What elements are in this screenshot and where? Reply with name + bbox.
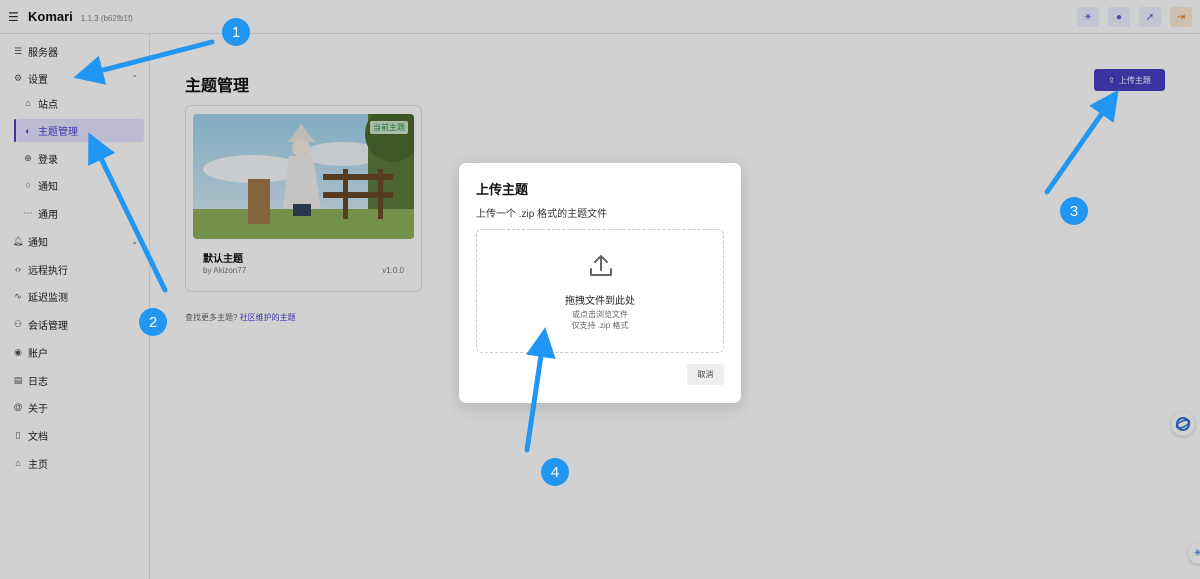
upload-theme-dialog: 上传主题 上传一个 .zip 格式的主题文件 拖拽文件到此处 或点击浏览文件 仅… (459, 163, 741, 403)
annotation-number-3: 3 (1060, 197, 1088, 225)
dialog-description: 上传一个 .zip 格式的主题文件 (476, 209, 608, 220)
dropzone-main-text: 拖拽文件到此处 (565, 296, 635, 307)
file-dropzone[interactable]: 拖拽文件到此处 或点击浏览文件 仅支持 .zip 格式 (476, 229, 724, 353)
dropzone-browse-text: 或点击浏览文件 (572, 310, 628, 319)
dialog-title: 上传主题 (476, 182, 529, 197)
annotation-number-4: 4 (541, 458, 569, 486)
upload-icon (590, 255, 612, 276)
dropzone-format-text: 仅支持 .zip 格式 (571, 321, 629, 330)
annotation-number-1: 1 (222, 18, 250, 46)
cancel-button[interactable]: 取消 (687, 364, 724, 385)
annotation-number-2: 2 (139, 308, 167, 336)
